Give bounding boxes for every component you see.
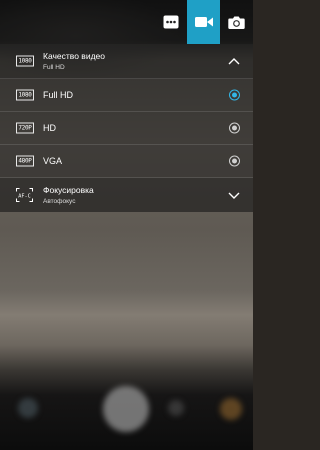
resolution-480p-icon: 480P xyxy=(16,155,34,167)
video-camera-icon xyxy=(194,17,213,27)
video-settings-panel: 1080 Качество видео Full HD 1080 Full HD… xyxy=(0,44,253,212)
gallery-thumbnail-right[interactable] xyxy=(220,398,242,420)
photo-camera-icon[interactable] xyxy=(224,10,248,34)
camera-top-bar xyxy=(0,0,253,44)
radio-vga[interactable] xyxy=(229,155,240,167)
video-quality-value: Full HD xyxy=(43,64,65,71)
gallery-thumbnail-left[interactable] xyxy=(18,398,38,418)
video-quality-header[interactable]: 1080 Качество видео Full HD xyxy=(0,44,253,79)
chevron-up-icon[interactable] xyxy=(227,56,241,66)
video-mode-tab[interactable] xyxy=(187,0,220,44)
radio-hd[interactable] xyxy=(229,122,240,134)
shutter-button[interactable] xyxy=(103,386,149,432)
autofocus-icon: AF-C xyxy=(16,188,33,202)
resolution-1080-icon: 1080 xyxy=(16,55,34,67)
option-vga[interactable]: 480P VGA xyxy=(0,145,253,178)
radio-full-hd[interactable] xyxy=(229,89,240,101)
video-quality-title: Качество видео xyxy=(43,51,105,61)
focus-value: Автофокус xyxy=(43,198,76,205)
mode-switch-button[interactable] xyxy=(168,400,184,416)
svg-text:AF-C: AF-C xyxy=(18,193,31,199)
option-hd[interactable]: 720P HD xyxy=(0,112,253,145)
focus-title: Фокусировка xyxy=(43,185,94,195)
more-options-icon[interactable] xyxy=(159,10,183,34)
option-label: HD xyxy=(43,123,56,133)
focus-setting[interactable]: AF-C Фокусировка Автофокус xyxy=(0,178,253,212)
option-label: VGA xyxy=(43,156,63,166)
option-full-hd[interactable]: 1080 Full HD xyxy=(0,79,253,112)
chevron-down-icon[interactable] xyxy=(227,190,241,200)
resolution-1080-icon: 1080 xyxy=(16,89,34,101)
option-label: Full HD xyxy=(43,90,74,100)
resolution-720p-icon: 720P xyxy=(16,122,34,134)
